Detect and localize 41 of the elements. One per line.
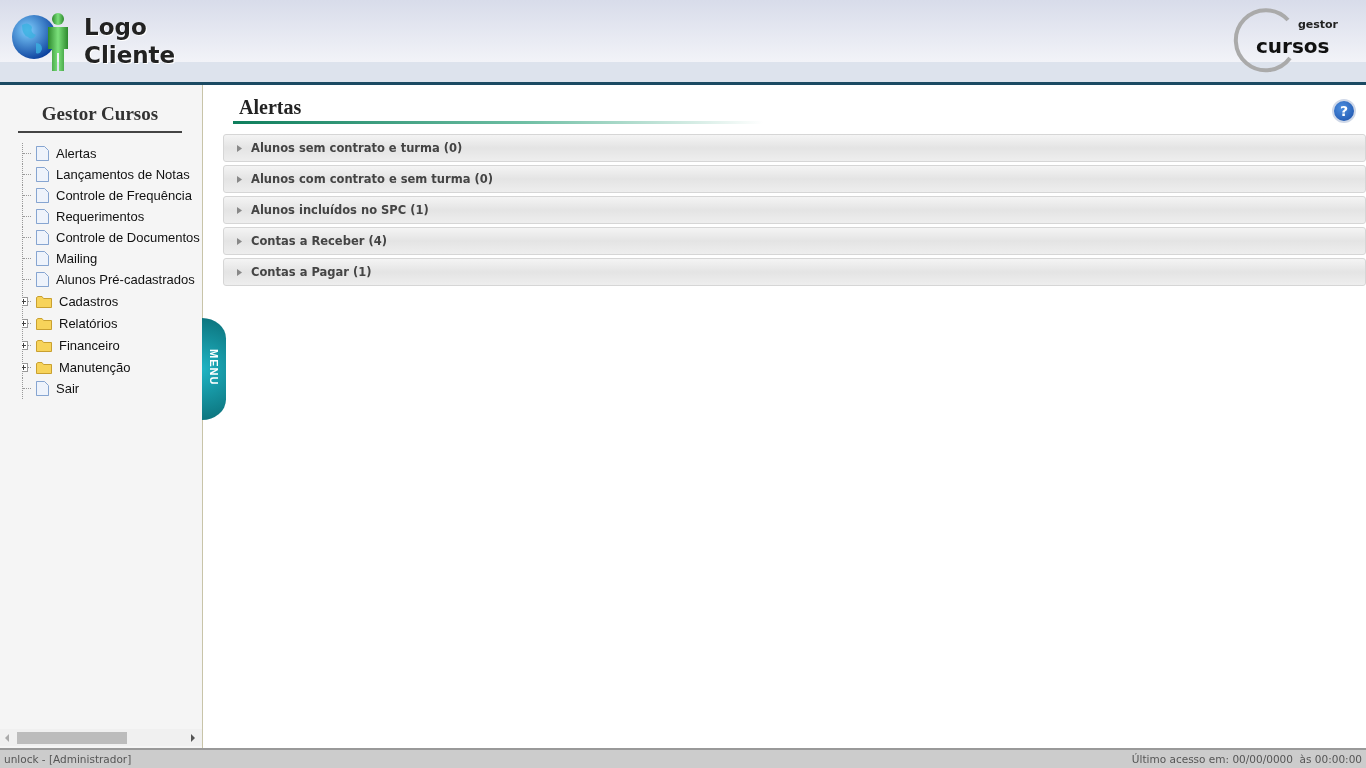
help-button[interactable]: ? xyxy=(1332,99,1356,123)
user-status: unlock - [Administrador] xyxy=(4,753,132,765)
tree-item[interactable]: Alertas xyxy=(22,143,202,164)
folder-icon xyxy=(36,316,52,330)
document-icon xyxy=(36,188,49,203)
client-logo-text: Logo Cliente xyxy=(84,13,174,69)
tree-item[interactable]: Controle de Frequência xyxy=(22,185,202,206)
accordion-header[interactable]: Contas a Receber (4) xyxy=(223,227,1366,255)
tree-item[interactable]: Relatórios xyxy=(22,312,202,334)
expand-toggle-icon[interactable] xyxy=(22,362,28,372)
folder-icon xyxy=(36,338,52,352)
last-access-text: Último acesso em: 00/00/0000 às 00:00:00 xyxy=(1131,753,1362,765)
document-icon xyxy=(36,381,49,396)
tree-item[interactable]: Requerimentos xyxy=(22,206,202,227)
expand-toggle-icon[interactable] xyxy=(22,318,28,328)
folder-icon xyxy=(36,294,52,308)
tree-item[interactable]: Mailing xyxy=(22,248,202,269)
document-icon xyxy=(36,167,49,182)
product-logo: gestor cursos xyxy=(1232,8,1342,74)
accordion-header[interactable]: Contas a Pagar (1) xyxy=(223,258,1366,286)
tree-item[interactable]: Controle de Documentos xyxy=(22,227,202,248)
tree-item[interactable]: Cadastros xyxy=(22,290,202,312)
tree-item[interactable]: Lançamentos de Notas xyxy=(22,164,202,185)
accordion-header[interactable]: Alunos com contrato e sem turma (0) xyxy=(223,165,1366,193)
document-icon xyxy=(36,251,49,266)
document-icon xyxy=(36,272,49,287)
document-icon xyxy=(36,209,49,224)
tree-item[interactable]: Financeiro xyxy=(22,334,202,356)
tree-item[interactable]: Manutenção xyxy=(22,356,202,378)
sidebar-title: Gestor Cursos xyxy=(18,103,182,133)
tree-item[interactable]: Alunos Pré-cadastrados xyxy=(22,269,202,290)
horizontal-scrollbar[interactable] xyxy=(0,729,202,746)
document-icon xyxy=(36,230,49,245)
page-title: Alertas xyxy=(239,95,302,119)
document-icon xyxy=(36,146,49,161)
expand-toggle-icon[interactable] xyxy=(22,340,28,350)
accordion-header[interactable]: Alunos sem contrato e turma (0) xyxy=(223,134,1366,162)
tree-item[interactable]: Sair xyxy=(22,378,202,399)
expand-toggle-icon[interactable] xyxy=(22,296,28,306)
folder-icon xyxy=(36,360,52,374)
accordion-header[interactable]: Alunos incluídos no SPC (1) xyxy=(223,196,1366,224)
